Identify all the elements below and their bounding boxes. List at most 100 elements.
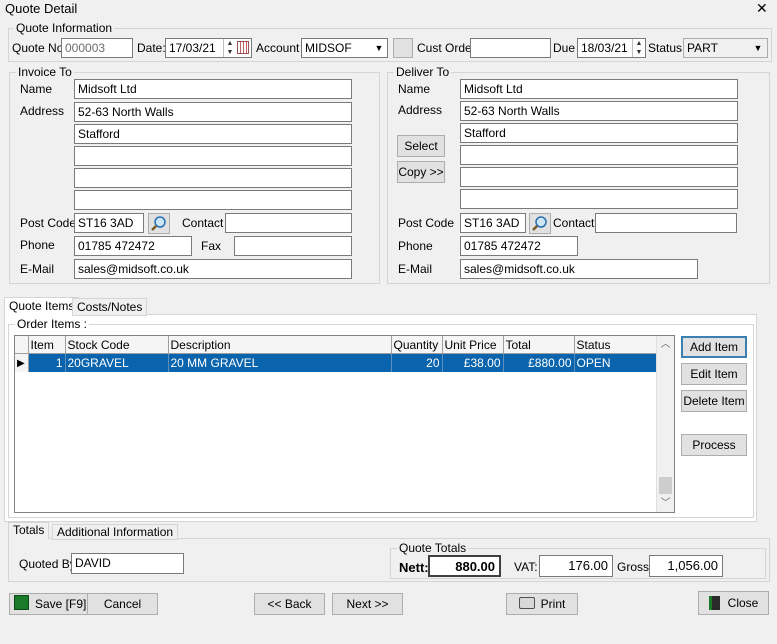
calendar-icon[interactable]	[237, 41, 249, 54]
row-indicator-icon: ▶	[15, 353, 29, 372]
table-header-row: Item Stock Code Description Quantity Uni…	[15, 336, 657, 354]
deliver-address-line-4[interactable]	[460, 167, 738, 187]
spin-down-icon[interactable]: ▼	[224, 48, 236, 57]
due-spinner[interactable]: ▲ ▼	[632, 39, 645, 57]
deliver-address-line-2[interactable]: Stafford	[460, 123, 738, 143]
save-button-label: Save [F9]	[35, 597, 87, 611]
deliver-name-field[interactable]: Midsoft Ltd	[460, 79, 738, 99]
invoice-postcode-field[interactable]: ST16 3AD	[74, 213, 144, 233]
deliver-address-label: Address	[398, 103, 443, 117]
deliver-address-line-1[interactable]: 52-63 North Walls	[460, 101, 738, 121]
column-header-unit-price[interactable]: Unit Price	[442, 336, 504, 354]
scroll-thumb[interactable]	[659, 477, 672, 494]
select-address-button[interactable]: Select	[397, 135, 445, 157]
deliver-contact-field[interactable]	[595, 213, 737, 233]
vertical-scrollbar[interactable]: ︿ ﹀	[656, 336, 674, 512]
invoice-contact-label: Contact	[182, 216, 224, 230]
invoice-address-line-5[interactable]	[74, 190, 352, 210]
status-chevron-down-icon[interactable]: ▼	[750, 39, 766, 57]
tab-totals[interactable]: Totals	[8, 522, 50, 539]
invoice-address-line-3[interactable]	[74, 146, 352, 166]
invoice-name-field[interactable]: Midsoft Ltd	[74, 79, 352, 99]
cell-description[interactable]: 20 MM GRAVEL	[168, 353, 392, 372]
close-button-label: Close	[727, 596, 759, 610]
cell-status[interactable]: OPEN	[574, 353, 657, 372]
deliver-postcode-lookup-search-icon[interactable]	[529, 213, 551, 234]
deliver-address-line-5[interactable]	[460, 189, 738, 209]
back-button[interactable]: << Back	[254, 593, 325, 615]
deliver-address-line-3[interactable]	[460, 145, 738, 165]
scroll-up-icon[interactable]: ︿	[657, 336, 674, 353]
printer-icon	[518, 597, 535, 609]
deliver-phone-field[interactable]: 01785 472472	[460, 236, 578, 256]
invoice-address-line-4[interactable]	[74, 168, 352, 188]
spin-up-icon[interactable]: ▲	[633, 39, 645, 48]
quote-no-field[interactable]: 000003	[61, 38, 133, 58]
copy-address-button[interactable]: Copy >>	[397, 161, 445, 183]
invoice-address-line-2[interactable]: Stafford	[74, 124, 352, 144]
table-row[interactable]: ▶ 1 20GRAVEL 20 MM GRAVEL 20 £38.00 £880…	[15, 353, 657, 372]
next-button[interactable]: Next >>	[332, 593, 403, 615]
print-button[interactable]: Print	[506, 593, 578, 615]
invoice-name-label: Name	[20, 82, 53, 96]
tab-additional-information[interactable]: Additional Information	[52, 524, 179, 540]
account-chevron-down-icon[interactable]: ▼	[371, 39, 387, 57]
window-title: Quote Detail	[5, 1, 78, 16]
tab-costs-notes[interactable]: Costs/Notes	[72, 298, 148, 316]
process-button[interactable]: Process	[681, 434, 747, 456]
invoice-fax-field[interactable]	[234, 236, 352, 256]
cell-unit-price[interactable]: £38.00	[442, 353, 504, 372]
deliver-phone-label: Phone	[398, 239, 433, 253]
cell-item[interactable]: 1	[28, 353, 66, 372]
invoice-email-field[interactable]: sales@midsoft.co.uk	[74, 259, 352, 279]
order-items-grid[interactable]: Item Stock Code Description Quantity Uni…	[14, 335, 675, 513]
order-items-table: Item Stock Code Description Quantity Uni…	[15, 336, 657, 372]
invoice-contact-field[interactable]	[225, 213, 352, 233]
print-button-label: Print	[540, 597, 566, 611]
date-label: Date:	[137, 41, 166, 55]
gross-value: 1,056.00	[649, 555, 723, 577]
row-indicator-header	[15, 336, 29, 354]
due-label: Due	[553, 41, 576, 55]
column-header-item[interactable]: Item	[28, 336, 66, 354]
close-window-icon[interactable]: ✕	[756, 0, 768, 17]
close-button[interactable]: Close	[698, 591, 769, 615]
invoice-email-label: E-Mail	[20, 262, 55, 276]
exit-door-icon	[708, 596, 720, 610]
cust-order-flag-box[interactable]	[393, 38, 413, 58]
edit-item-button[interactable]: Edit Item	[681, 363, 747, 385]
column-header-stock-code[interactable]: Stock Code	[65, 336, 169, 354]
cell-quantity[interactable]: 20	[391, 353, 443, 372]
cancel-button[interactable]: Cancel	[87, 593, 158, 615]
column-header-status[interactable]: Status	[574, 336, 657, 354]
deliver-postcode-field[interactable]: ST16 3AD	[460, 213, 526, 233]
tab-quote-items[interactable]: Quote Items	[4, 297, 80, 315]
date-spinner[interactable]: ▲ ▼	[223, 39, 236, 57]
column-header-description[interactable]: Description	[168, 336, 392, 354]
cust-order-field[interactable]	[470, 38, 551, 58]
scroll-down-icon[interactable]: ﹀	[657, 495, 674, 512]
spin-up-icon[interactable]: ▲	[224, 39, 236, 48]
deliver-email-label: E-Mail	[398, 262, 433, 276]
account-value: MIDSOF	[305, 41, 352, 55]
column-header-total[interactable]: Total	[503, 336, 575, 354]
invoice-to-title: Invoice To	[16, 65, 74, 79]
invoice-address-line-1[interactable]: 52-63 North Walls	[74, 102, 352, 122]
invoice-postcode-lookup-search-icon[interactable]	[148, 213, 170, 234]
cell-stock-code[interactable]: 20GRAVEL	[65, 353, 169, 372]
deliver-name-label: Name	[398, 82, 431, 96]
spin-down-icon[interactable]: ▼	[633, 48, 645, 57]
quote-information-title: Quote Information	[14, 21, 115, 35]
deliver-to-title: Deliver To	[394, 65, 452, 79]
delete-item-button[interactable]: Delete Item	[681, 390, 747, 412]
invoice-postcode-label: Post Code	[20, 216, 77, 230]
due-value: 18/03/21	[581, 41, 628, 55]
cell-total[interactable]: £880.00	[503, 353, 575, 372]
deliver-email-field[interactable]: sales@midsoft.co.uk	[460, 259, 698, 279]
invoice-phone-label: Phone	[20, 238, 55, 252]
date-value: 17/03/21	[169, 41, 216, 55]
invoice-phone-field[interactable]: 01785 472472	[74, 236, 192, 256]
add-item-button[interactable]: Add Item	[681, 336, 747, 358]
quoted-by-field[interactable]: DAVID	[71, 553, 184, 574]
column-header-quantity[interactable]: Quantity	[391, 336, 443, 354]
